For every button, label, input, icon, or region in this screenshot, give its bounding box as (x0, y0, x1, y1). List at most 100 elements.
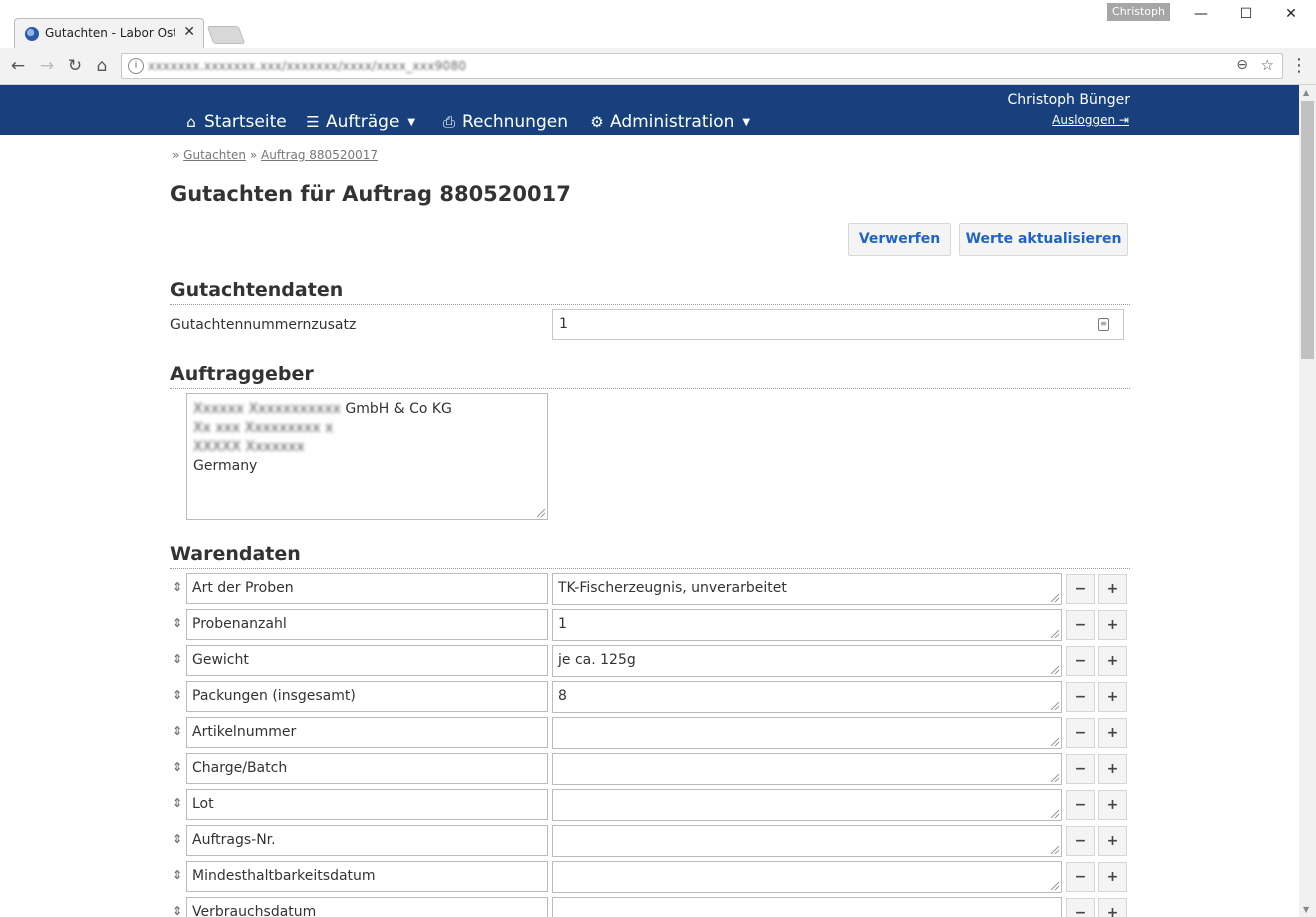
ware-label-input[interactable]: Lot (186, 789, 548, 820)
reload-icon[interactable]: ↻ (64, 55, 86, 77)
resize-grip-icon[interactable] (1051, 774, 1059, 782)
ware-value-textarea[interactable]: 8 (552, 681, 1062, 713)
drag-handle-icon[interactable]: ⇕ (170, 904, 184, 917)
scroll-up-icon[interactable]: ▲ (1303, 88, 1309, 97)
resize-grip-icon[interactable] (537, 509, 545, 517)
drag-handle-icon[interactable]: ⇕ (170, 688, 184, 702)
scroll-down-icon[interactable]: ▼ (1303, 905, 1309, 914)
update-values-button[interactable]: Werte aktualisieren (959, 223, 1128, 256)
breadcrumb-item-auftrag[interactable]: Auftrag 880520017 (261, 148, 378, 162)
drag-handle-icon[interactable]: ⇕ (170, 580, 184, 594)
profile-badge[interactable]: Christoph (1107, 3, 1170, 21)
add-row-button[interactable]: + (1098, 574, 1127, 604)
remove-row-button[interactable]: − (1066, 898, 1095, 917)
home-icon[interactable]: ⌂ (91, 55, 113, 77)
nav-item-rechnungen[interactable]: ⎙ Rechnungen (440, 111, 568, 133)
resize-grip-icon[interactable] (1051, 594, 1059, 602)
ware-value-textarea[interactable] (552, 861, 1062, 893)
drag-handle-icon[interactable]: ⇕ (170, 652, 184, 666)
remove-row-button[interactable]: − (1066, 610, 1095, 640)
ware-value-textarea[interactable] (552, 825, 1062, 857)
remove-row-button[interactable]: − (1066, 682, 1095, 712)
address-bar[interactable]: i xxxxxxx.xxxxxxx.xxx/xxxxxxx/xxxx/xxxx_… (121, 53, 1283, 79)
drag-handle-icon[interactable]: ⇕ (170, 832, 184, 846)
resize-grip-icon[interactable] (1051, 882, 1059, 890)
drag-handle-icon[interactable]: ⇕ (170, 724, 184, 738)
ware-row: ⇕ Probenanzahl 1 − + (170, 609, 1130, 641)
ware-row: ⇕ Lot − + (170, 789, 1130, 821)
scroll-thumb[interactable] (1301, 101, 1314, 359)
drag-handle-icon[interactable]: ⇕ (170, 796, 184, 810)
add-row-button[interactable]: + (1098, 790, 1127, 820)
ware-value-text: TK-Fischerzeugnis, unverarbeitet (558, 580, 787, 596)
star-icon[interactable]: ☆ (1261, 56, 1274, 74)
nav-item-administration[interactable]: ⚙ Administration ▼ (588, 111, 750, 133)
ware-label-input[interactable]: Gewicht (186, 645, 548, 676)
ware-label-input[interactable]: Charge/Batch (186, 753, 548, 784)
back-arrow-icon[interactable]: ← (7, 55, 29, 77)
add-row-button[interactable]: + (1098, 826, 1127, 856)
gutachtennummernzusatz-input[interactable]: 1 (552, 309, 1124, 340)
contact-card-icon[interactable]: ≡ (1098, 318, 1109, 331)
add-row-button[interactable]: + (1098, 754, 1127, 784)
resize-grip-icon[interactable] (1051, 810, 1059, 818)
kebab-menu-icon[interactable]: ⋮ (1290, 55, 1308, 77)
add-row-button[interactable]: + (1098, 646, 1127, 676)
resize-grip-icon[interactable] (1051, 846, 1059, 854)
ware-label-input[interactable]: Packungen (insgesamt) (186, 681, 548, 712)
add-row-button[interactable]: + (1098, 682, 1127, 712)
remove-row-button[interactable]: − (1066, 574, 1095, 604)
zoom-icon[interactable]: ⊖ (1236, 57, 1248, 73)
add-row-button[interactable]: + (1098, 862, 1127, 892)
ware-label-input[interactable]: Mindesthaltbarkeitsdatum (186, 861, 548, 892)
discard-button[interactable]: Verwerfen (848, 223, 951, 256)
ware-value-textarea[interactable]: 1 (552, 609, 1062, 641)
browser-tab[interactable]: Gutachten - Labor Osterl ✕ (14, 18, 204, 48)
logout-link[interactable]: Ausloggen ⇥ (1052, 113, 1129, 127)
ware-value-textarea[interactable] (552, 717, 1062, 749)
resize-grip-icon[interactable] (1051, 630, 1059, 638)
breadcrumb: » Gutachten » Auftrag 880520017 (172, 148, 378, 162)
add-row-button[interactable]: + (1098, 610, 1127, 640)
ware-label-input[interactable]: Artikelnummer (186, 717, 548, 748)
ware-value-textarea[interactable]: je ca. 125g (552, 645, 1062, 677)
resize-grip-icon[interactable] (1051, 702, 1059, 710)
nav-item-auftraege[interactable]: ☰ Aufträge ▼ (304, 111, 415, 133)
minimize-icon[interactable]: — (1186, 4, 1216, 24)
ware-label-input[interactable]: Art der Proben (186, 573, 548, 604)
forward-arrow-icon[interactable]: → (36, 55, 58, 77)
globe-icon (25, 27, 39, 41)
remove-row-button[interactable]: − (1066, 790, 1095, 820)
breadcrumb-item-gutachten[interactable]: Gutachten (183, 148, 246, 162)
ware-value-textarea[interactable] (552, 897, 1062, 917)
window-close-icon[interactable]: ✕ (1276, 4, 1306, 24)
url-text[interactable]: xxxxxxx.xxxxxxx.xxx/xxxxxxx/xxxx/xxxx_xx… (148, 59, 466, 73)
resize-grip-icon[interactable] (1051, 666, 1059, 674)
ware-label-input[interactable]: Verbrauchsdatum (186, 897, 548, 917)
resize-grip-icon[interactable] (1051, 738, 1059, 746)
ware-row: ⇕ Artikelnummer − + (170, 717, 1130, 749)
new-tab-button[interactable] (206, 26, 246, 44)
remove-row-button[interactable]: − (1066, 862, 1095, 892)
section-heading-auftraggeber: Auftraggeber (170, 363, 1130, 389)
info-icon[interactable]: i (128, 58, 144, 74)
remove-row-button[interactable]: − (1066, 646, 1095, 676)
remove-row-button[interactable]: − (1066, 754, 1095, 784)
page-scrollbar[interactable]: ▲ ▼ (1299, 85, 1316, 917)
add-row-button[interactable]: + (1098, 898, 1127, 917)
drag-handle-icon[interactable]: ⇕ (170, 868, 184, 882)
ware-value-textarea[interactable] (552, 789, 1062, 821)
ware-label-input[interactable]: Probenanzahl (186, 609, 548, 640)
close-icon[interactable]: ✕ (183, 24, 195, 40)
remove-row-button[interactable]: − (1066, 826, 1095, 856)
add-row-button[interactable]: + (1098, 718, 1127, 748)
ware-label-input[interactable]: Auftrags-Nr. (186, 825, 548, 856)
ware-value-textarea[interactable]: TK-Fischerzeugnis, unverarbeitet (552, 573, 1062, 605)
drag-handle-icon[interactable]: ⇕ (170, 760, 184, 774)
remove-row-button[interactable]: − (1066, 718, 1095, 748)
nav-item-startseite[interactable]: ⌂ Startseite (182, 111, 286, 133)
maximize-icon[interactable]: ☐ (1231, 4, 1261, 24)
ware-value-textarea[interactable] (552, 753, 1062, 785)
drag-handle-icon[interactable]: ⇕ (170, 616, 184, 630)
auftraggeber-address-textarea[interactable]: Xxxxxx Xxxxxxxxxxx GmbH & Co KG Xx xxx X… (186, 393, 548, 520)
